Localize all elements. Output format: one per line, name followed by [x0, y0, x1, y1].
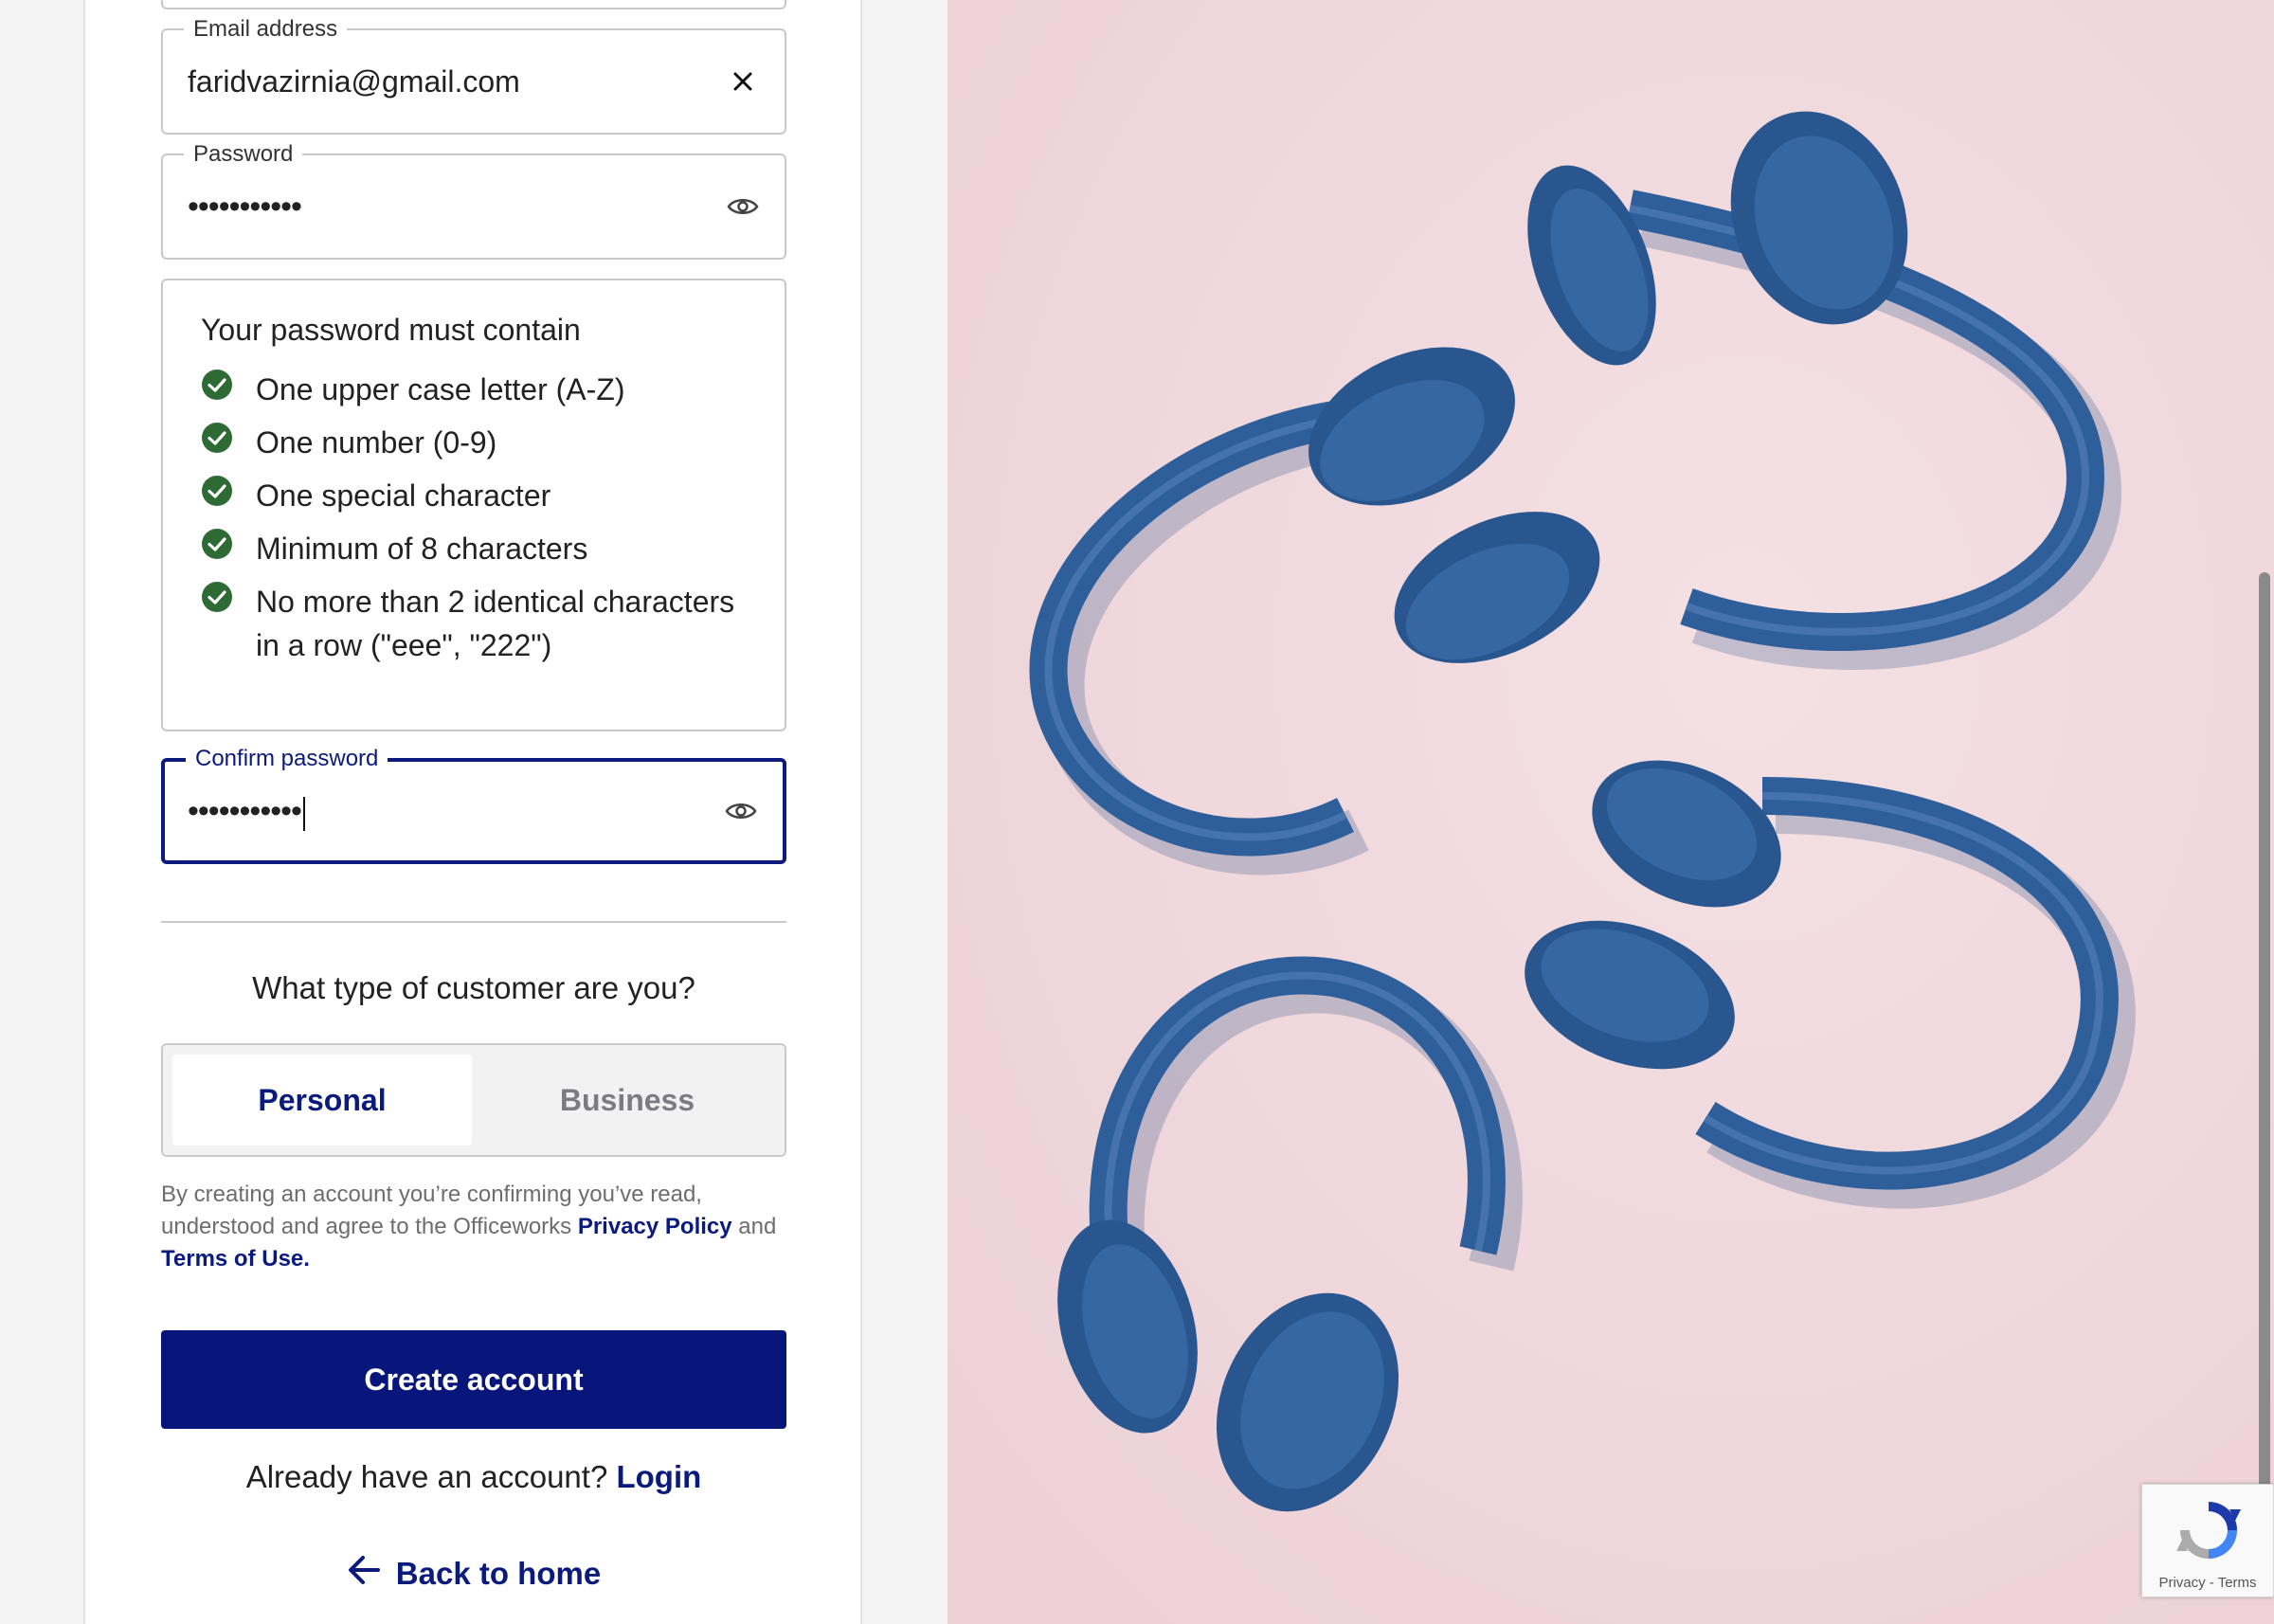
recaptcha-terms-link[interactable]: Terms	[2218, 1575, 2257, 1591]
business-option[interactable]: Business	[478, 1055, 777, 1146]
check-circle-icon	[201, 581, 233, 613]
check-circle-icon	[201, 369, 233, 401]
list-item: No more than 2 identical characters in a…	[201, 580, 750, 667]
requirements-title: Your password must contain	[201, 313, 581, 347]
recaptcha-separator: -	[2205, 1575, 2218, 1591]
list-item: One number (0-9)	[201, 421, 750, 464]
back-to-home-link[interactable]: Back to home	[347, 1554, 601, 1594]
already-text: Already have an account?	[245, 1459, 617, 1494]
divider	[161, 921, 786, 923]
previous-field-bottom-edge[interactable]	[161, 0, 786, 9]
requirement-text: Minimum of 8 characters	[256, 532, 588, 566]
personal-option[interactable]: Personal	[172, 1055, 472, 1146]
create-account-button[interactable]: Create account	[161, 1330, 786, 1429]
check-circle-icon	[201, 475, 233, 507]
scrollbar-thumb[interactable]	[2259, 572, 2270, 1543]
password-field[interactable]: Password •••••••••••	[161, 142, 786, 260]
password-value[interactable]: •••••••••••	[188, 155, 302, 258]
text-caret	[302, 796, 305, 831]
email-value[interactable]: faridvazirnia@gmail.com	[188, 30, 520, 133]
legal-middle: and	[731, 1214, 777, 1239]
headphones-illustration	[948, 0, 2274, 1624]
recaptcha-privacy-link[interactable]: Privacy	[2158, 1575, 2205, 1591]
already-have-account: Already have an account? Login	[161, 1459, 786, 1495]
requirement-text: One special character	[256, 478, 551, 513]
requirement-text: One upper case letter (A-Z)	[256, 372, 625, 406]
confirm-password-field[interactable]: Confirm password •••••••••••	[161, 747, 786, 864]
requirement-text: One number (0-9)	[256, 425, 497, 460]
back-to-home-label: Back to home	[395, 1556, 602, 1591]
customer-type-question: What type of customer are you?	[252, 970, 695, 1005]
requirement-text: No more than 2 identical characters in a…	[256, 585, 735, 662]
terms-of-use-link[interactable]: Terms of Use.	[161, 1246, 310, 1272]
close-icon[interactable]	[726, 64, 760, 99]
back-to-home: Back to home	[161, 1554, 786, 1594]
check-circle-icon	[201, 528, 233, 560]
requirements-list: One upper case letter (A-Z) One number (…	[201, 368, 750, 677]
recaptcha-logo-icon	[2173, 1494, 2245, 1571]
legal-notice: By creating an account you’re confirming…	[161, 1179, 786, 1275]
confirm-password-value[interactable]: •••••••••••	[188, 762, 305, 860]
eye-icon[interactable]	[724, 794, 758, 828]
list-item: One special character	[201, 474, 750, 517]
email-field[interactable]: Email address faridvazirnia@gmail.com	[161, 17, 786, 135]
eye-icon[interactable]	[726, 189, 760, 224]
arrow-left-icon	[347, 1554, 396, 1594]
customer-type-toggle: Personal Business	[161, 1043, 786, 1157]
check-circle-icon	[201, 422, 233, 454]
headphones-photo	[948, 0, 2274, 1624]
confirm-password-dots: •••••••••••	[188, 793, 302, 829]
recaptcha-badge[interactable]: Privacy - Terms	[2141, 1484, 2274, 1597]
recaptcha-links: Privacy - Terms	[2142, 1575, 2273, 1591]
login-link[interactable]: Login	[616, 1459, 701, 1494]
list-item: Minimum of 8 characters	[201, 527, 750, 570]
list-item: One upper case letter (A-Z)	[201, 368, 750, 411]
privacy-policy-link[interactable]: Privacy Policy	[578, 1214, 732, 1239]
password-requirements: Your password must contain One upper cas…	[161, 279, 786, 731]
